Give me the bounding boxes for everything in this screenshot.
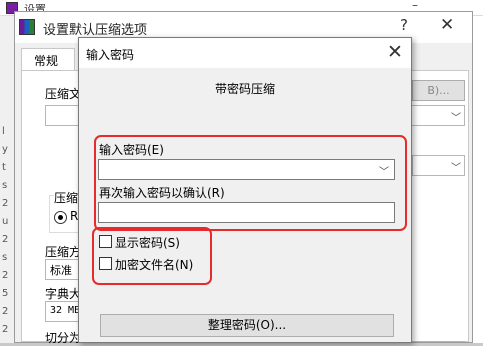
confirm-password-input[interactable] <box>98 202 395 223</box>
list-fragment: u <box>2 216 9 227</box>
password-dialog: 输入密码 ✕ 带密码压缩 输入密码(E) ﹀ 再次输入密码以确认(R) 显示密码… <box>78 37 412 343</box>
password-dialog-titlebar: 输入密码 ✕ <box>79 38 411 68</box>
update-mode-combo[interactable]: ﹀ <box>412 155 465 176</box>
encrypt-filenames-label[interactable]: 加密文件名(N) <box>115 256 193 273</box>
close-icon[interactable]: ✕ <box>387 41 403 63</box>
list-fragment: t <box>2 162 6 173</box>
show-password-checkbox[interactable] <box>99 235 112 248</box>
split-volume-label: 切分为 <box>45 331 82 345</box>
list-fragment: 5 <box>2 288 9 299</box>
reenter-password-label: 再次输入密码以确认(R) <box>99 186 225 200</box>
list-fragment: 2 <box>2 324 9 335</box>
chevron-down-icon[interactable]: ﹀ <box>379 163 389 178</box>
chevron-down-icon: ﹀ <box>451 163 461 174</box>
browse-button[interactable]: B)... <box>412 80 465 101</box>
close-icon[interactable]: ✕ <box>440 15 454 35</box>
winrar-icon <box>19 19 35 35</box>
list-fragment: 2 <box>2 306 9 317</box>
encrypt-filenames-checkbox[interactable] <box>99 257 112 270</box>
list-fragment: l <box>2 126 5 137</box>
show-password-label[interactable]: 显示密码(S) <box>115 234 180 251</box>
list-fragment: s <box>2 180 8 191</box>
list-fragment: 2 <box>2 234 9 245</box>
archive-name-label: 压缩文 <box>45 87 82 101</box>
list-fragment: 2 <box>2 270 9 281</box>
rar-radio[interactable] <box>54 211 67 224</box>
radio-dot-icon <box>58 215 63 220</box>
compression-method-label: 压缩方 <box>45 245 82 259</box>
archive-format-label: 压缩 <box>54 189 79 206</box>
settings-window-title: 设置默认压缩选项 <box>43 23 148 38</box>
chevron-down-icon: ﹀ <box>451 113 461 124</box>
password-dialog-title: 输入密码 <box>86 48 135 62</box>
enter-password-label: 输入密码(E) <box>99 143 164 157</box>
list-fragment: 2 <box>2 198 9 209</box>
list-fragment: s <box>2 252 8 263</box>
password-input[interactable] <box>98 159 395 180</box>
help-icon[interactable]: ? <box>400 16 408 34</box>
dictionary-size-label: 字典大 <box>45 287 82 301</box>
organize-passwords-button[interactable]: 整理密码(O)... <box>100 314 394 337</box>
group-title: 带密码压缩 <box>214 82 275 96</box>
list-fragment: y <box>2 144 8 155</box>
tab-general[interactable]: 常规 <box>21 48 75 71</box>
